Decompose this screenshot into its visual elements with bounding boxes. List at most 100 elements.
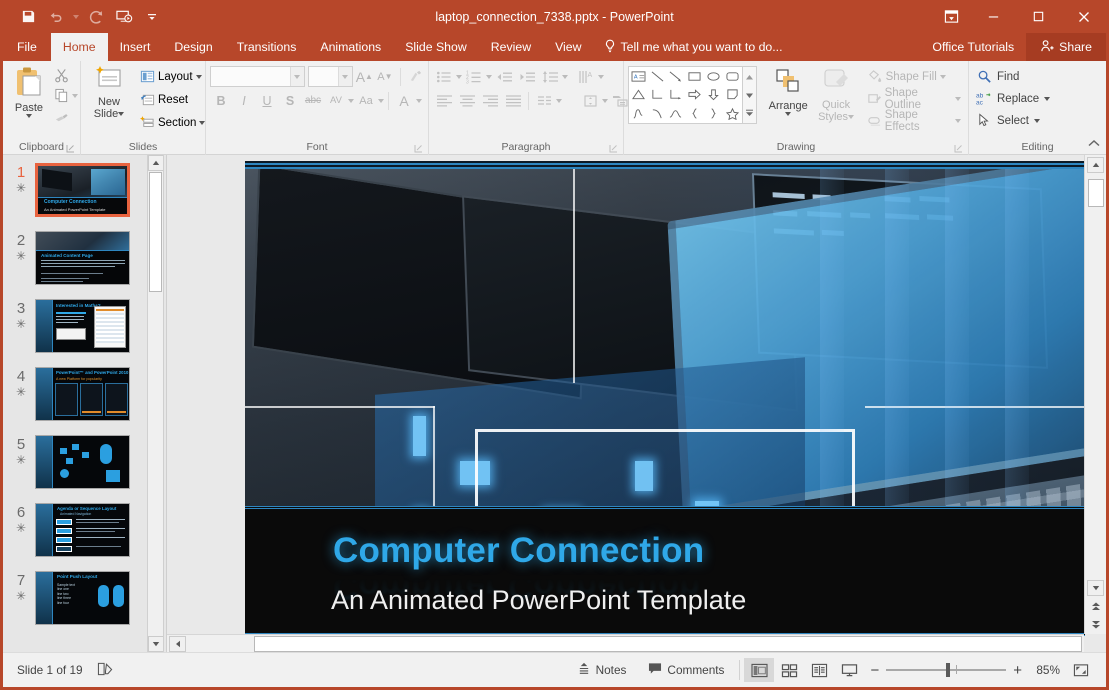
shape-effects-button[interactable]: Shape Effects xyxy=(864,109,964,133)
thumbnail-pane-scrollbar[interactable] xyxy=(147,155,163,652)
justify-icon[interactable] xyxy=(502,90,524,111)
thumbnail-image[interactable]: Point Push Layout Sample text line one lin… xyxy=(35,571,130,625)
reading-view-button[interactable] xyxy=(804,658,834,682)
drawing-dialog-launcher-icon[interactable] xyxy=(954,144,963,153)
horizontal-scroll-thumb[interactable] xyxy=(254,635,1082,652)
change-case-dropdown-icon[interactable] xyxy=(378,98,384,103)
tab-transitions[interactable]: Transitions xyxy=(225,33,309,61)
scroll-down-icon[interactable] xyxy=(1087,580,1104,596)
clipboard-dialog-launcher-icon[interactable] xyxy=(66,144,75,153)
customize-quick-access-toolbar-icon[interactable] xyxy=(139,5,165,29)
thumbnail-image[interactable] xyxy=(35,435,130,489)
previous-slide-icon[interactable] xyxy=(1087,598,1104,614)
gallery-scroll-up-icon[interactable] xyxy=(745,68,754,86)
find-button[interactable]: Find xyxy=(973,66,1053,87)
thumbnail-image[interactable]: Agenda or Sequence Layout Animated Navig… xyxy=(35,503,130,557)
align-text-icon[interactable] xyxy=(579,90,601,111)
line-spacing-dropdown-icon[interactable] xyxy=(562,74,568,79)
decrease-font-size-icon[interactable]: A ▼ xyxy=(376,66,394,87)
minimize-icon[interactable] xyxy=(971,0,1016,33)
slide-editing-area[interactable]: Computer Connection Computer Connection … xyxy=(167,155,1106,652)
line-shape-icon[interactable] xyxy=(648,67,667,86)
thumbnail-image[interactable]: Animated Content Page xyxy=(35,231,130,285)
tab-animations[interactable]: Animations xyxy=(308,33,393,61)
horizontal-scroll-track[interactable] xyxy=(188,635,1082,652)
curve-shape-icon[interactable] xyxy=(648,104,667,123)
right-brace-shape-icon[interactable] xyxy=(704,104,723,123)
font-color-button[interactable]: A xyxy=(393,90,415,111)
strikethrough-button[interactable]: abc xyxy=(302,90,324,111)
freeform-shape-icon[interactable] xyxy=(667,104,686,123)
tab-review[interactable]: Review xyxy=(479,33,543,61)
text-shadow-button[interactable]: S xyxy=(279,90,301,111)
change-case-button[interactable]: Aa xyxy=(355,90,377,111)
undo-dropdown-icon[interactable] xyxy=(71,5,81,29)
thumbnail-image[interactable]: PowerPoint™ and PowerPoint 2010 A new Pl… xyxy=(35,367,130,421)
zoom-in-button[interactable]: + xyxy=(1013,662,1022,679)
tell-me-box[interactable]: Tell me what you want to do... xyxy=(594,33,783,61)
section-button[interactable]: Section xyxy=(136,112,208,133)
current-slide[interactable]: Computer Connection Computer Connection … xyxy=(245,161,1085,636)
line-spacing-icon[interactable] xyxy=(539,66,561,87)
replace-button[interactable]: ab ac Replace xyxy=(973,88,1053,109)
font-size-dropdown-icon[interactable] xyxy=(337,67,352,86)
thumbnail-scroll-up-icon[interactable] xyxy=(148,155,163,171)
tab-view[interactable]: View xyxy=(543,33,593,61)
thumbnail-scroll-thumb[interactable] xyxy=(149,172,162,292)
gallery-more-icon[interactable] xyxy=(745,104,754,122)
decrease-indent-icon[interactable] xyxy=(493,66,515,87)
scribble-shape-icon[interactable] xyxy=(629,104,648,123)
rectangle-shape-icon[interactable] xyxy=(685,67,704,86)
layout-button[interactable]: Layout xyxy=(136,66,208,87)
shapes-gallery-scroll[interactable] xyxy=(742,66,757,124)
zoom-slider-track[interactable] xyxy=(886,663,1007,677)
paragraph-dialog-launcher-icon[interactable] xyxy=(609,144,618,153)
underline-button[interactable]: U xyxy=(256,90,278,111)
star-shape-icon[interactable] xyxy=(723,104,742,123)
format-painter-icon[interactable] xyxy=(53,108,69,124)
vertical-scrollbar[interactable] xyxy=(1084,155,1106,634)
align-right-icon[interactable] xyxy=(479,90,501,111)
align-left-icon[interactable] xyxy=(433,90,455,111)
quick-styles-button[interactable]: Quick Styles xyxy=(814,66,859,123)
redo-icon[interactable] xyxy=(83,5,109,29)
italic-button[interactable]: I xyxy=(233,90,255,111)
font-name-input[interactable] xyxy=(210,66,305,87)
clear-formatting-icon[interactable] xyxy=(406,66,424,87)
elbow-arrow-connector-icon[interactable] xyxy=(667,86,686,105)
arrange-dropdown-icon[interactable] xyxy=(785,112,792,116)
slide-indicator[interactable]: Slide 1 of 19 xyxy=(17,663,83,677)
down-arrow-shape-icon[interactable] xyxy=(704,86,723,105)
tab-file[interactable]: File xyxy=(3,33,51,61)
tab-slide-show[interactable]: Slide Show xyxy=(393,33,479,61)
shapes-gallery[interactable]: A xyxy=(628,66,743,124)
close-icon[interactable] xyxy=(1061,0,1106,33)
scroll-left-icon[interactable] xyxy=(169,635,186,652)
tab-insert[interactable]: Insert xyxy=(108,33,163,61)
text-direction-icon[interactable]: A xyxy=(575,66,597,87)
next-slide-icon[interactable] xyxy=(1087,616,1104,632)
normal-view-button[interactable] xyxy=(744,658,775,682)
office-tutorials-label[interactable]: Office Tutorials xyxy=(920,40,1026,54)
reset-button[interactable]: Reset xyxy=(136,89,208,110)
text-direction-dropdown-icon[interactable] xyxy=(598,74,604,79)
select-button[interactable]: Select xyxy=(973,110,1053,131)
zoom-out-button[interactable]: − xyxy=(870,662,879,679)
bold-button[interactable]: B xyxy=(210,90,232,111)
shape-outline-button[interactable]: Shape Outline xyxy=(864,87,964,111)
slide-thumbnail-6[interactable]: 6 ✳ Agenda or Sequence Layout Animated N… xyxy=(3,503,147,557)
font-dialog-launcher-icon[interactable] xyxy=(414,144,423,153)
collapse-ribbon-icon[interactable] xyxy=(1088,135,1100,153)
new-slide-button[interactable]: New Slide xyxy=(85,64,133,133)
copy-dropdown-icon[interactable] xyxy=(72,93,78,98)
columns-icon[interactable] xyxy=(533,90,555,111)
slide-sorter-view-button[interactable] xyxy=(774,658,804,682)
paste-button[interactable]: Paste xyxy=(7,64,51,124)
slide-thumbnail-3[interactable]: 3 ✳ Interested in Maths? xyxy=(3,299,147,353)
numbering-dropdown-icon[interactable] xyxy=(486,74,492,79)
slide-title-band[interactable]: Computer Connection Computer Connection … xyxy=(245,506,1085,636)
center-icon[interactable] xyxy=(456,90,478,111)
slide-thumbnail-7[interactable]: 7 ✳ Point Push Layout Sample text line on… xyxy=(3,571,147,625)
character-spacing-button[interactable]: AV xyxy=(325,90,347,111)
rounded-rectangle-shape-icon[interactable] xyxy=(723,67,742,86)
